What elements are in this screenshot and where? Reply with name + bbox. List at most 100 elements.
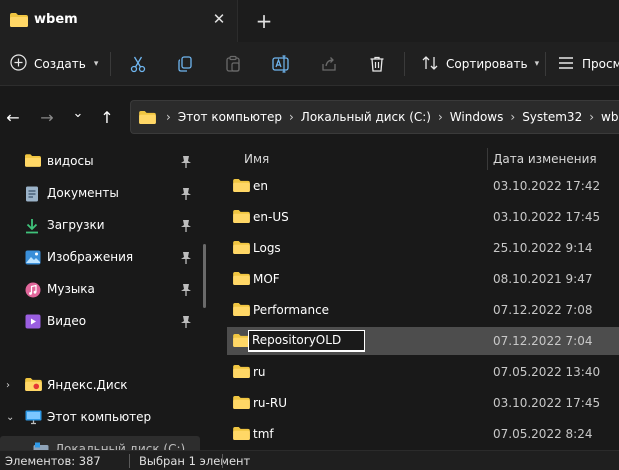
arrow-left-icon: ← — [6, 107, 20, 127]
pin-icon[interactable] — [180, 283, 192, 297]
pin-icon[interactable] — [180, 315, 192, 329]
arrow-right-icon: → — [40, 107, 54, 127]
cut-icon — [130, 56, 146, 73]
breadcrumb-separator: › — [589, 110, 595, 124]
cut-button[interactable] — [127, 53, 149, 75]
pictures-icon — [25, 250, 41, 266]
copy-button[interactable] — [174, 53, 196, 75]
breadcrumb-separator: › — [510, 110, 516, 124]
table-row[interactable]: Performance 07.12.2022 7:08 — [227, 296, 619, 324]
address-bar[interactable]: › Этот компьютер › Локальный диск (C:) ›… — [130, 100, 619, 134]
sidebar-item-downloads[interactable]: Загрузки — [0, 212, 200, 240]
up-button[interactable]: ↑ — [96, 106, 118, 128]
folder-icon — [233, 303, 250, 317]
view-label: Просм — [582, 57, 619, 71]
chevron-down-icon: ▾ — [534, 59, 540, 69]
file-date: 03.10.2022 17:42 — [493, 179, 601, 193]
sort-label: Сортировать — [446, 57, 528, 71]
table-row[interactable]: en 03.10.2022 17:42 — [227, 172, 619, 200]
folder-icon — [233, 272, 250, 286]
folder-icon — [233, 365, 250, 379]
sidebar-item-label: Этот компьютер — [47, 410, 152, 424]
navigation-row: ← → ⌄ ↑ › Этот компьютер › Локальный дис… — [0, 86, 619, 148]
table-row[interactable]: en-US 03.10.2022 17:45 — [227, 203, 619, 231]
documents-icon — [25, 186, 41, 202]
paste-button[interactable] — [222, 53, 244, 75]
videos-icon — [25, 314, 41, 330]
sort-ascending-icon: ⌃ — [355, 148, 364, 155]
table-row[interactable]: Logs 25.10.2022 9:14 — [227, 234, 619, 262]
breadcrumb-separator: › — [166, 110, 171, 124]
sort-icon — [421, 55, 439, 74]
sort-button[interactable]: Сортировать ▾ — [421, 52, 539, 76]
column-header-date[interactable]: Дата изменения — [493, 152, 597, 166]
sidebar-item-music[interactable]: Музыка — [0, 276, 200, 304]
table-row-selected[interactable]: RepositoryOLD 07.12.2022 7:04 — [227, 327, 619, 355]
breadcrumb-system32[interactable]: System32 — [522, 110, 582, 124]
breadcrumb-drive-c[interactable]: Локальный диск (C:) — [301, 110, 431, 124]
tab-wbem[interactable]: wbem ✕ — [0, 0, 238, 42]
file-name: ru — [253, 365, 266, 379]
pin-icon[interactable] — [180, 251, 192, 265]
file-list: Имя ⌃ Дата изменения en 03.10.2022 17:42… — [215, 148, 619, 450]
file-name: en — [253, 179, 268, 193]
breadcrumb-separator: › — [288, 110, 294, 124]
breadcrumb-wbem[interactable]: wbem — [601, 110, 619, 124]
table-row[interactable]: tmf 07.05.2022 8:24 — [227, 420, 619, 448]
sidebar-item-label: Локальный диск (C:) — [55, 442, 186, 450]
sidebar-item-videos[interactable]: Видео — [0, 308, 200, 336]
breadcrumb-separator: › — [437, 110, 443, 124]
sidebar-item-label: Яндекс.Диск — [47, 378, 128, 392]
create-button[interactable]: Создать ▾ — [10, 52, 98, 76]
status-item-count: Элементов: 387 — [5, 454, 101, 468]
arrow-up-icon: ↑ — [100, 107, 114, 127]
sidebar-item-this-pc[interactable]: ⌄ Этот компьютер — [0, 404, 200, 432]
folder-icon — [10, 13, 28, 30]
file-name: tmf — [253, 427, 274, 441]
table-row[interactable]: MOF 08.10.2021 9:47 — [227, 265, 619, 293]
sidebar-item-label: Музыка — [47, 282, 95, 296]
breadcrumb-this-pc[interactable]: Этот компьютер — [178, 110, 282, 124]
toolbar-divider — [110, 52, 111, 76]
sidebar-scrollbar[interactable] — [203, 244, 206, 308]
share-button[interactable] — [318, 53, 340, 75]
navigation-pane: видосы Документы Загрузки Изображения Му… — [0, 148, 213, 450]
chevron-down-icon[interactable]: ⌄ — [6, 412, 14, 423]
sidebar-item-pictures[interactable]: Изображения — [0, 244, 200, 272]
file-date: 07.12.2022 7:04 — [493, 334, 593, 348]
rename-input[interactable]: RepositoryOLD — [248, 330, 365, 352]
table-row[interactable]: ru-RU 03.10.2022 17:45 — [227, 389, 619, 417]
pin-icon[interactable] — [180, 155, 192, 169]
column-divider[interactable] — [487, 148, 488, 170]
sidebar-item-documents[interactable]: Документы — [0, 180, 200, 208]
sidebar-item-label: Документы — [47, 186, 119, 200]
rename-button[interactable] — [271, 53, 293, 75]
sidebar-item-drive-c[interactable]: Локальный диск (C:) — [0, 436, 200, 450]
folder-icon — [233, 396, 250, 410]
share-icon — [322, 57, 336, 71]
plus-circle-icon — [10, 54, 27, 74]
folder-icon — [233, 427, 250, 441]
status-divider — [129, 454, 130, 468]
chevron-right-icon[interactable]: › — [6, 380, 10, 391]
back-button[interactable]: ← — [2, 106, 24, 128]
table-row[interactable]: ru 07.05.2022 13:40 — [227, 358, 619, 386]
pin-icon[interactable] — [180, 219, 192, 233]
sidebar-item-yandex-disk[interactable]: › Яндекс.Диск — [0, 372, 200, 400]
view-button[interactable]: Просм — [558, 52, 619, 76]
paste-icon — [226, 55, 240, 72]
column-header-name[interactable]: Имя — [244, 152, 269, 166]
sidebar-item-vidosy[interactable]: видосы — [0, 148, 200, 176]
yandex-disk-icon — [25, 378, 42, 394]
delete-button[interactable] — [366, 53, 388, 75]
file-name: ru-RU — [253, 396, 287, 410]
recent-locations-button[interactable]: ⌄ — [67, 102, 89, 124]
folder-icon — [233, 179, 250, 193]
pin-icon[interactable] — [180, 187, 192, 201]
create-label: Создать — [34, 57, 86, 71]
forward-button[interactable]: → — [36, 106, 58, 128]
new-tab-button[interactable]: + — [252, 9, 276, 33]
breadcrumb-windows[interactable]: Windows — [450, 110, 504, 124]
sidebar-item-label: Загрузки — [47, 218, 105, 232]
close-tab-button[interactable]: ✕ — [209, 9, 229, 29]
